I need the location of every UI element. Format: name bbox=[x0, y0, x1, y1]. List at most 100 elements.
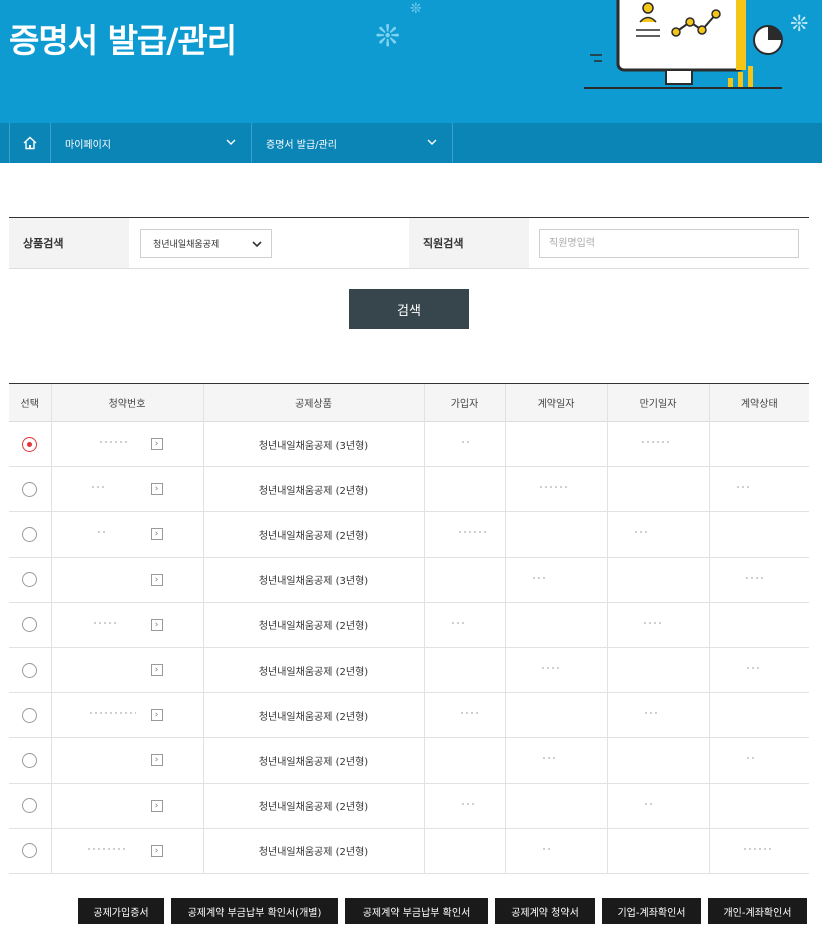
detail-arrow-icon[interactable]: › bbox=[150, 483, 163, 496]
subscriber-cell bbox=[423, 828, 505, 874]
detail-arrow-icon[interactable]: › bbox=[150, 663, 163, 676]
row-radio[interactable] bbox=[22, 436, 38, 452]
column-header: 계약일자 bbox=[504, 383, 607, 422]
detail-arrow-icon[interactable]: › bbox=[150, 709, 163, 722]
column-header: 만기일자 bbox=[606, 383, 709, 422]
breadcrumb-dropdown-certificate[interactable]: 증명서 발급/관리 bbox=[252, 123, 453, 163]
table-header-row: 선택 청약번호 공제상품 가입자 계약일자 만기일자 계약상태 bbox=[9, 383, 809, 422]
row-radio[interactable] bbox=[22, 798, 38, 814]
contract-status-cell bbox=[708, 828, 809, 874]
maturity-date-cell bbox=[606, 511, 709, 558]
product-select-value: 청년내일채움공제 bbox=[153, 240, 220, 250]
product-select[interactable]: 청년내일채움공제 bbox=[140, 229, 272, 258]
contract-date-cell bbox=[504, 511, 607, 558]
detail-arrow-icon[interactable]: › bbox=[150, 438, 163, 450]
select-cell bbox=[9, 602, 51, 648]
subscription-number-cell: › bbox=[50, 692, 203, 739]
home-button[interactable] bbox=[9, 123, 51, 163]
membership-certificate-button[interactable]: 공제가입증서 bbox=[78, 898, 164, 924]
masked-text bbox=[91, 486, 106, 489]
select-cell bbox=[9, 783, 51, 829]
table-row[interactable]: › 청년내일채움공제 (2년형) bbox=[9, 783, 809, 829]
masked-text bbox=[97, 531, 106, 534]
company-account-confirmation-button[interactable]: 기업-계좌확인서 bbox=[602, 898, 701, 924]
chevron-down-icon bbox=[252, 241, 262, 248]
masked-text bbox=[643, 621, 664, 624]
select-cell bbox=[9, 421, 51, 468]
subscription-number-cell: › bbox=[50, 647, 203, 694]
masked-text bbox=[460, 712, 481, 715]
subscriber-cell bbox=[423, 602, 505, 648]
row-radio[interactable] bbox=[22, 481, 38, 497]
row-radio[interactable] bbox=[22, 617, 38, 633]
contract-date-cell bbox=[504, 421, 607, 468]
detail-arrow-icon[interactable]: › bbox=[150, 799, 163, 812]
table-row[interactable]: › 청년내일채움공제 (3년형) bbox=[9, 421, 809, 468]
detail-arrow-icon[interactable]: › bbox=[150, 754, 163, 767]
subscriber-cell bbox=[423, 466, 505, 513]
masked-text bbox=[451, 621, 466, 624]
snowflake-decoration-icon: ❊ bbox=[375, 19, 401, 54]
table-row[interactable]: › 청년내일채움공제 (2년형) bbox=[9, 466, 809, 513]
table-row[interactable]: › 청년내일채움공제 (2년형) bbox=[9, 602, 809, 648]
employee-search-input[interactable] bbox=[539, 229, 799, 258]
maturity-date-cell bbox=[606, 783, 709, 829]
breadcrumb-dropdown-mypage[interactable]: 마이페이지 bbox=[51, 123, 252, 163]
contract-status-cell bbox=[708, 557, 809, 603]
personal-account-confirmation-button[interactable]: 개인-계좌확인서 bbox=[708, 898, 807, 924]
column-header: 청약번호 bbox=[50, 383, 203, 422]
select-cell bbox=[9, 647, 51, 694]
payment-confirmation-button[interactable]: 공제계약 부금납부 확인서 bbox=[345, 898, 488, 924]
detail-arrow-icon[interactable]: › bbox=[150, 528, 163, 541]
contract-status-cell bbox=[708, 647, 809, 694]
maturity-date-cell bbox=[606, 828, 709, 874]
table-row[interactable]: › 청년내일채움공제 (2년형) bbox=[9, 737, 809, 784]
masked-text bbox=[634, 531, 649, 534]
subscription-number-cell: › bbox=[50, 737, 203, 784]
table-row[interactable]: › 청년내일채움공제 (3년형) bbox=[9, 557, 809, 603]
masked-text bbox=[543, 847, 553, 850]
column-header: 가입자 bbox=[423, 383, 505, 422]
contract-date-cell bbox=[504, 783, 607, 829]
masked-text bbox=[87, 847, 128, 850]
subscription-number-cell: › bbox=[50, 557, 203, 603]
subscription-number-cell: › bbox=[50, 421, 203, 468]
search-button[interactable]: 검색 bbox=[349, 289, 469, 329]
column-header: 공제상품 bbox=[202, 383, 424, 422]
masked-text bbox=[746, 666, 759, 669]
masked-text bbox=[645, 802, 655, 805]
row-radio[interactable] bbox=[22, 752, 38, 768]
table-row[interactable]: › 청년내일채움공제 (2년형) bbox=[9, 692, 809, 739]
maturity-date-cell bbox=[606, 647, 709, 694]
contract-date-cell bbox=[504, 602, 607, 648]
contract-application-button[interactable]: 공제계약 청약서 bbox=[495, 898, 595, 924]
row-radio[interactable] bbox=[22, 707, 38, 723]
page-banner: 증명서 발급/관리 ❊ ❊ ❊ bbox=[0, 0, 822, 123]
masked-text bbox=[541, 666, 562, 669]
masked-text bbox=[542, 757, 555, 760]
row-radio[interactable] bbox=[22, 662, 38, 678]
row-radio[interactable] bbox=[22, 572, 38, 588]
contract-status-cell bbox=[708, 783, 809, 829]
payment-confirmation-individual-button[interactable]: 공제계약 부금납부 확인서(개별) bbox=[171, 898, 338, 924]
column-header: 계약상태 bbox=[708, 383, 809, 422]
row-radio[interactable] bbox=[22, 843, 38, 859]
contract-status-cell bbox=[708, 737, 809, 784]
detail-arrow-icon[interactable]: › bbox=[150, 844, 163, 857]
table-row[interactable]: › 청년내일채움공제 (2년형) bbox=[9, 511, 809, 558]
masked-text bbox=[461, 802, 474, 805]
table-row[interactable]: › 청년내일채움공제 (2년형) bbox=[9, 647, 809, 694]
select-cell bbox=[9, 828, 51, 874]
contract-status-cell bbox=[708, 511, 809, 558]
maturity-date-cell bbox=[606, 737, 709, 784]
product-cell: 청년내일채움공제 (2년형) bbox=[202, 828, 424, 874]
product-cell: 청년내일채움공제 (2년형) bbox=[202, 692, 424, 739]
table-row[interactable]: › 청년내일채움공제 (2년형) bbox=[9, 828, 809, 874]
home-icon bbox=[23, 136, 37, 150]
row-radio[interactable] bbox=[22, 526, 38, 542]
subscriber-cell bbox=[423, 783, 505, 829]
detail-arrow-icon[interactable]: › bbox=[150, 573, 163, 586]
subscription-number-cell: › bbox=[50, 511, 203, 558]
detail-arrow-icon[interactable]: › bbox=[150, 618, 163, 631]
column-header: 선택 bbox=[9, 383, 51, 422]
